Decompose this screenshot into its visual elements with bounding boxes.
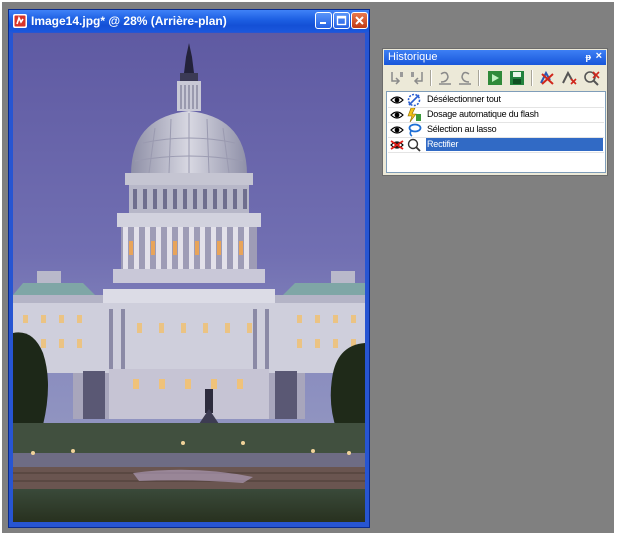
maximize-button[interactable] [333, 12, 350, 29]
undo-selected-icon [439, 71, 451, 85]
maximize-icon [336, 15, 347, 26]
history-item-label: Dosage automatique du flash [427, 109, 539, 119]
history-title: Historique [388, 51, 438, 63]
capitol-photo [13, 33, 365, 522]
minimize-button[interactable] [315, 12, 332, 29]
quickscript-button[interactable] [485, 68, 505, 88]
close-button[interactable] [351, 12, 368, 29]
close-icon [355, 16, 364, 25]
redo-selected-button[interactable] [455, 68, 475, 88]
quickscript-icon [488, 71, 502, 85]
visibility-eye-icon[interactable] [390, 110, 404, 120]
visibility-eye-icon[interactable] [390, 95, 404, 105]
fill-flash-icon [407, 108, 421, 122]
deselect-icon [407, 93, 421, 107]
history-item[interactable]: Rectifier [388, 138, 604, 153]
history-item[interactable]: Dosage automatique du flash [388, 108, 604, 123]
clear-non-undoable-button[interactable] [559, 68, 579, 88]
undo-selected-button[interactable] [435, 68, 455, 88]
document-window[interactable]: Image14.jpg* @ 28% (Arrière-plan) [8, 9, 370, 528]
psp-app-icon [13, 14, 27, 28]
pin-icon[interactable]: ᵽ [586, 52, 592, 62]
history-toolbar [385, 67, 605, 89]
history-item[interactable]: Désélectionner tout [388, 93, 604, 108]
lasso-icon [408, 123, 422, 137]
history-item-label: Désélectionner tout [427, 94, 501, 104]
undo-to-here-button[interactable] [387, 68, 407, 88]
clear-history-button[interactable] [537, 68, 557, 88]
document-titlebar[interactable]: Image14.jpg* @ 28% (Arrière-plan) [9, 10, 369, 32]
workspace: Image14.jpg* @ 28% (Arrière-plan) Histor… [2, 2, 614, 533]
save-script-icon [510, 71, 524, 85]
delete-history-icon [584, 71, 600, 86]
image-canvas[interactable] [13, 33, 365, 522]
history-palette[interactable]: Historique ᵽ × Désélectionner tout Dosag… [382, 48, 608, 176]
history-titlebar[interactable]: Historique ᵽ × [384, 50, 606, 65]
minimize-icon [320, 22, 326, 24]
document-title: Image14.jpg* @ 28% (Arrière-plan) [31, 14, 227, 28]
clear-history-icon [540, 70, 554, 85]
redo-to-here-button[interactable] [407, 68, 427, 88]
redo-selected-icon [459, 71, 471, 85]
save-script-button[interactable] [507, 68, 527, 88]
redo-to-here-icon [411, 72, 423, 85]
history-item[interactable]: Sélection au lasso [388, 123, 604, 138]
undo-to-here-icon [391, 72, 403, 85]
palette-close-icon[interactable]: × [596, 50, 602, 62]
history-list[interactable]: Désélectionner tout Dosage automatique d… [386, 91, 606, 173]
clear-non-undoable-icon [562, 70, 577, 85]
delete-history-button[interactable] [581, 68, 601, 88]
history-item-label: Sélection au lasso [427, 124, 497, 134]
history-item-label: Rectifier [426, 138, 603, 151]
visibility-eye-icon[interactable] [390, 125, 404, 135]
straighten-icon [407, 138, 421, 152]
hidden-eye-icon[interactable] [390, 140, 404, 150]
